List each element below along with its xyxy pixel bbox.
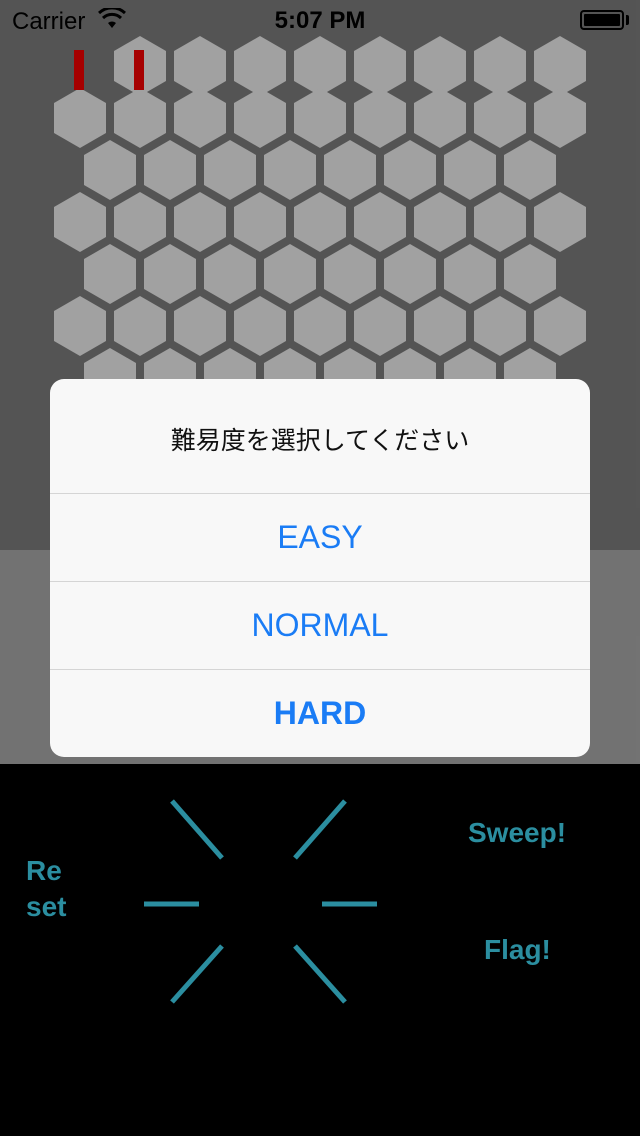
status-bar: Carrier 5:07 PM bbox=[0, 0, 640, 40]
dialog-title: 難易度を選択してください bbox=[170, 427, 470, 455]
sweep-button[interactable]: Sweep! bbox=[468, 815, 566, 851]
easy-button[interactable]: EASY bbox=[50, 493, 590, 581]
flag-marker-left bbox=[74, 50, 84, 90]
normal-button[interactable]: NORMAL bbox=[50, 581, 590, 669]
reset-label-line2: set bbox=[26, 891, 67, 922]
status-time: 5:07 PM bbox=[274, 7, 366, 34]
battery-tip bbox=[626, 15, 629, 25]
flag-button[interactable]: Flag! bbox=[484, 932, 551, 968]
reset-button[interactable]: Re set bbox=[26, 853, 66, 925]
difficulty-dialog: 難易度を選択してください EASY NORMAL HARD bbox=[50, 379, 590, 757]
reset-label-line1: Re bbox=[26, 855, 62, 886]
dial-spoke-top-left bbox=[170, 799, 224, 860]
dial-spoke-bottom-right bbox=[293, 944, 347, 1004]
battery-icon bbox=[580, 10, 624, 30]
dial-spoke-top-right bbox=[293, 799, 347, 860]
flag-marker-right bbox=[134, 50, 144, 90]
dial-spoke-bottom-left bbox=[170, 944, 224, 1004]
hard-button[interactable]: HARD bbox=[50, 669, 590, 757]
control-panel: Re set Sweep! Flag! bbox=[0, 764, 640, 1136]
